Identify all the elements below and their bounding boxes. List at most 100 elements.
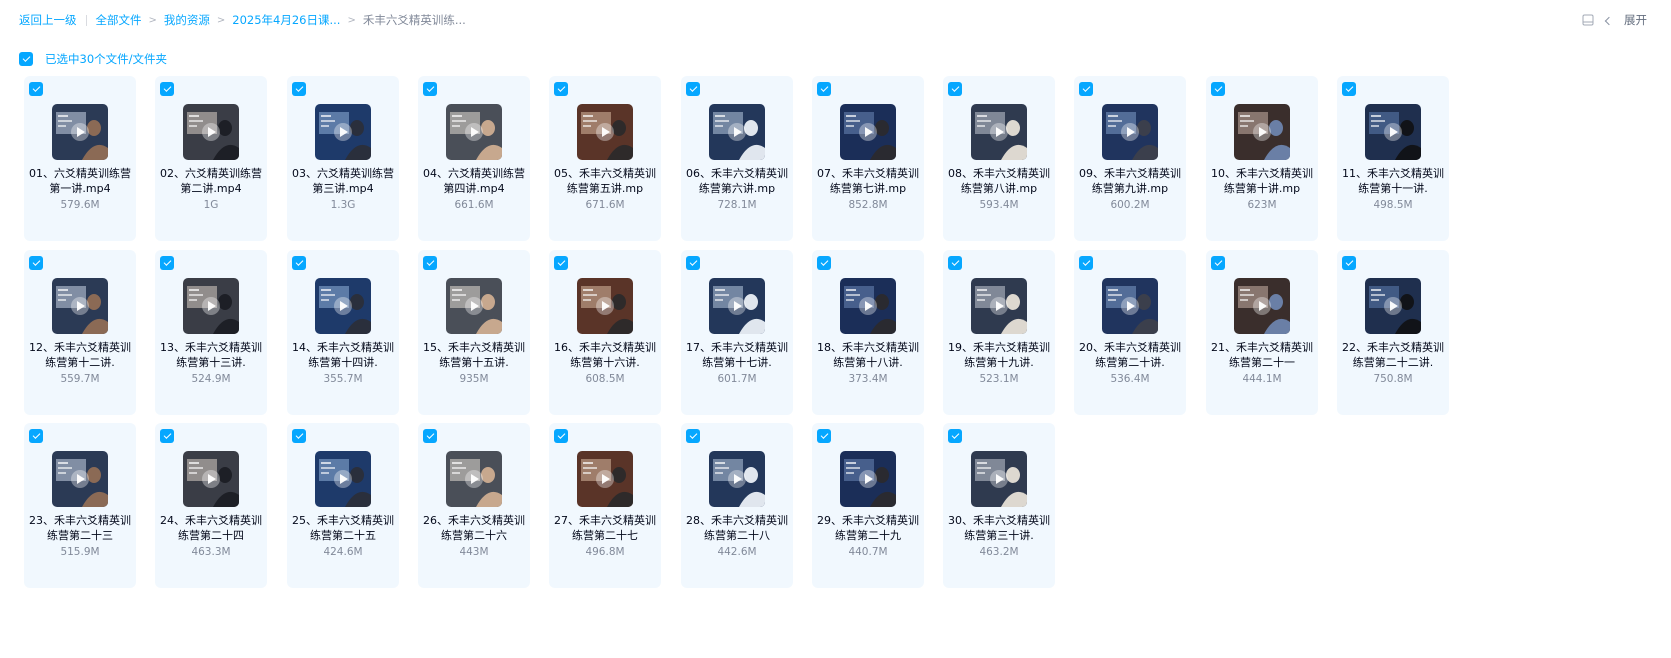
file-card[interactable]: 03、六爻精英训练营第三讲.mp4 1.3G xyxy=(287,76,399,241)
file-card[interactable]: 06、禾丰六爻精英训练营第六讲.mp 728.1M xyxy=(681,76,793,241)
video-thumbnail xyxy=(1234,278,1290,334)
file-checkbox[interactable] xyxy=(686,256,700,270)
expand-button[interactable]: 展开 xyxy=(1624,12,1647,28)
file-card[interactable]: 07、禾丰六爻精英训练营第七讲.mp 852.8M xyxy=(812,76,924,241)
file-card[interactable]: 05、禾丰六爻精英训练营第五讲.mp 671.6M xyxy=(549,76,661,241)
video-thumbnail xyxy=(577,451,633,507)
file-checkbox[interactable] xyxy=(817,256,831,270)
file-name: 18、禾丰六爻精英训练营第十八讲. xyxy=(817,341,919,369)
file-checkbox[interactable] xyxy=(292,256,306,270)
file-card[interactable]: 15、禾丰六爻精英训练营第十五讲. 935M xyxy=(418,250,530,415)
file-checkbox[interactable] xyxy=(160,82,174,96)
file-card[interactable]: 12、禾丰六爻精英训练营第十二讲. 559.7M xyxy=(24,250,136,415)
file-checkbox[interactable] xyxy=(29,429,43,443)
file-size: 496.8M xyxy=(585,546,625,558)
file-card[interactable]: 26、禾丰六爻精英训练营第二十六 443M xyxy=(418,423,530,588)
file-checkbox[interactable] xyxy=(817,429,831,443)
video-thumbnail xyxy=(1102,278,1158,334)
file-checkbox[interactable] xyxy=(160,429,174,443)
file-size: 443M xyxy=(459,546,489,558)
breadcrumb: 返回上一级 全部文件 > 我的资源 > 2025年4月26日课... > 禾丰六… xyxy=(19,12,466,28)
selection-count-label: 已选中30个文件/文件夹 xyxy=(45,52,168,66)
file-card[interactable]: 25、禾丰六爻精英训练营第二十五 424.6M xyxy=(287,423,399,588)
chevron-left-icon[interactable] xyxy=(1604,16,1614,25)
file-card[interactable]: 08、禾丰六爻精英训练营第八讲.mp 593.4M xyxy=(943,76,1055,241)
file-checkbox[interactable] xyxy=(1079,256,1093,270)
file-card[interactable]: 13、禾丰六爻精英训练营第十三讲. 524.9M xyxy=(155,250,267,415)
file-checkbox[interactable] xyxy=(292,429,306,443)
file-size: 523.1M xyxy=(979,373,1019,385)
file-name: 30、禾丰六爻精英训练营第三十讲. xyxy=(948,514,1050,542)
file-card[interactable]: 18、禾丰六爻精英训练营第十八讲. 373.4M xyxy=(812,250,924,415)
video-thumbnail xyxy=(183,451,239,507)
file-card[interactable]: 14、禾丰六爻精英训练营第十四讲. 355.7M xyxy=(287,250,399,415)
video-thumbnail xyxy=(709,278,765,334)
file-size: 444.1M xyxy=(1242,373,1282,385)
view-controls: 展开 xyxy=(1582,12,1647,28)
video-thumbnail xyxy=(52,104,108,160)
file-checkbox[interactable] xyxy=(554,256,568,270)
file-card[interactable]: 28、禾丰六爻精英训练营第二十八 442.6M xyxy=(681,423,793,588)
file-checkbox[interactable] xyxy=(29,82,43,96)
breadcrumb-item-course-folder[interactable]: 2025年4月26日课... xyxy=(232,12,340,28)
file-card[interactable]: 01、六爻精英训练营第一讲.mp4 579.6M xyxy=(24,76,136,241)
file-checkbox[interactable] xyxy=(686,82,700,96)
file-checkbox[interactable] xyxy=(423,82,437,96)
file-card[interactable]: 17、禾丰六爻精英训练营第十七讲. 601.7M xyxy=(681,250,793,415)
breadcrumb-item-all-files[interactable]: 全部文件 xyxy=(96,12,142,28)
file-checkbox[interactable] xyxy=(1211,256,1225,270)
file-checkbox[interactable] xyxy=(686,429,700,443)
file-size: 463.2M xyxy=(979,546,1019,558)
file-name: 25、禾丰六爻精英训练营第二十五 xyxy=(292,514,394,542)
file-name: 14、禾丰六爻精英训练营第十四讲. xyxy=(292,341,394,369)
file-name: 19、禾丰六爻精英训练营第十九讲. xyxy=(948,341,1050,369)
file-checkbox[interactable] xyxy=(948,256,962,270)
video-thumbnail xyxy=(577,104,633,160)
file-checkbox[interactable] xyxy=(29,256,43,270)
file-checkbox[interactable] xyxy=(948,429,962,443)
video-thumbnail xyxy=(1365,278,1421,334)
top-bar: 返回上一级 全部文件 > 我的资源 > 2025年4月26日课... > 禾丰六… xyxy=(0,0,1671,40)
file-card[interactable]: 19、禾丰六爻精英训练营第十九讲. 523.1M xyxy=(943,250,1055,415)
file-size: 440.7M xyxy=(848,546,888,558)
file-card[interactable]: 11、禾丰六爻精英训练营第十一讲. 498.5M xyxy=(1337,76,1449,241)
file-name: 15、禾丰六爻精英训练营第十五讲. xyxy=(423,341,525,369)
select-all-checkbox[interactable] xyxy=(19,52,33,66)
file-card[interactable]: 16、禾丰六爻精英训练营第十六讲. 608.5M xyxy=(549,250,661,415)
file-checkbox[interactable] xyxy=(948,82,962,96)
file-size: 424.6M xyxy=(323,546,363,558)
file-name: 27、禾丰六爻精英训练营第二十七 xyxy=(554,514,656,542)
back-link[interactable]: 返回上一级 xyxy=(19,12,77,28)
file-card[interactable]: 20、禾丰六爻精英训练营第二十讲. 536.4M xyxy=(1074,250,1186,415)
file-checkbox[interactable] xyxy=(554,82,568,96)
file-card[interactable]: 22、禾丰六爻精英训练营第二十二讲. 750.8M xyxy=(1337,250,1449,415)
file-checkbox[interactable] xyxy=(292,82,306,96)
file-name: 16、禾丰六爻精英训练营第十六讲. xyxy=(554,341,656,369)
file-card[interactable]: 30、禾丰六爻精英训练营第三十讲. 463.2M xyxy=(943,423,1055,588)
list-view-icon[interactable] xyxy=(1582,14,1594,26)
file-card[interactable]: 23、禾丰六爻精英训练营第二十三 515.9M xyxy=(24,423,136,588)
file-checkbox[interactable] xyxy=(1342,256,1356,270)
breadcrumb-item-my-resources[interactable]: 我的资源 xyxy=(164,12,210,28)
file-card[interactable]: 27、禾丰六爻精英训练营第二十七 496.8M xyxy=(549,423,661,588)
file-card[interactable]: 02、六爻精英训练营第二讲.mp4 1G xyxy=(155,76,267,241)
file-card[interactable]: 21、禾丰六爻精英训练营第二十一 444.1M xyxy=(1206,250,1318,415)
file-checkbox[interactable] xyxy=(160,256,174,270)
file-name: 22、禾丰六爻精英训练营第二十二讲. xyxy=(1342,341,1444,369)
file-card[interactable]: 24、禾丰六爻精英训练营第二十四 463.3M xyxy=(155,423,267,588)
file-checkbox[interactable] xyxy=(1342,82,1356,96)
file-size: 728.1M xyxy=(717,199,757,211)
file-size: 601.7M xyxy=(717,373,757,385)
file-checkbox[interactable] xyxy=(423,429,437,443)
video-thumbnail xyxy=(52,451,108,507)
file-card[interactable]: 10、禾丰六爻精英训练营第十讲.mp 623M xyxy=(1206,76,1318,241)
file-checkbox[interactable] xyxy=(817,82,831,96)
file-checkbox[interactable] xyxy=(1211,82,1225,96)
file-checkbox[interactable] xyxy=(554,429,568,443)
file-card[interactable]: 09、禾丰六爻精英训练营第九讲.mp 600.2M xyxy=(1074,76,1186,241)
file-checkbox[interactable] xyxy=(1079,82,1093,96)
video-thumbnail xyxy=(971,451,1027,507)
file-card[interactable]: 29、禾丰六爻精英训练营第二十九 440.7M xyxy=(812,423,924,588)
file-checkbox[interactable] xyxy=(423,256,437,270)
file-card[interactable]: 04、六爻精英训练营第四讲.mp4 661.6M xyxy=(418,76,530,241)
